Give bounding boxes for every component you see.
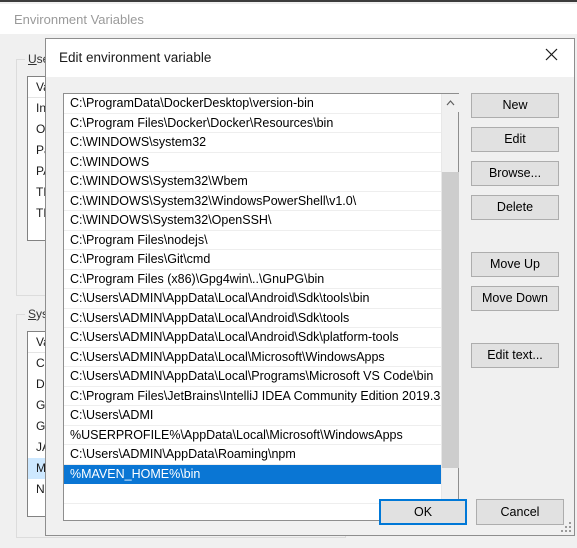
user-group-accel: U xyxy=(28,52,37,66)
browse-button[interactable]: Browse... xyxy=(471,161,559,186)
list-item[interactable]: C:\WINDOWS\System32\WindowsPowerShell\v1… xyxy=(64,192,442,211)
dialog-titlebar: Edit environment variable xyxy=(46,39,574,77)
list-item[interactable]: C:\Users\ADMIN\AppData\Roaming\npm xyxy=(64,445,442,465)
list-item[interactable]: C:\Users\ADMIN\AppData\Local\Microsoft\W… xyxy=(64,348,442,367)
move-up-button[interactable]: Move Up xyxy=(471,252,559,277)
path-entries-listbox[interactable]: C:\ProgramData\DockerDesktop\version-bin… xyxy=(63,93,460,521)
close-icon[interactable] xyxy=(528,39,574,69)
list-item[interactable]: C:\Users\ADMI xyxy=(64,406,442,426)
delete-button[interactable]: Delete xyxy=(471,195,559,220)
list-item[interactable]: C:\Users\ADMIN\AppData\Local\Android\Sdk… xyxy=(64,289,442,309)
edit-environment-variable-dialog: Edit environment variable C:\ProgramData… xyxy=(45,38,575,536)
edit-button[interactable]: Edit xyxy=(471,127,559,152)
list-item[interactable]: C:\Program Files\Docker\Docker\Resources… xyxy=(64,114,442,133)
list-item[interactable]: C:\WINDOWS\system32 xyxy=(64,133,442,153)
list-item[interactable]: C:\Program Files (x86)\Gpg4win\..\GnuPG\… xyxy=(64,270,442,289)
list-item[interactable]: C:\WINDOWS\System32\OpenSSH\ xyxy=(64,211,442,231)
chevron-up-icon[interactable] xyxy=(442,94,460,112)
list-item[interactable]: C:\Program Files\JetBrains\IntelliJ IDEA… xyxy=(64,387,442,406)
new-button[interactable]: New xyxy=(471,93,559,118)
list-item[interactable]: C:\Users\ADMIN\AppData\Local\Programs\Mi… xyxy=(64,367,442,387)
background-window-titlebar: Environment Variables xyxy=(0,4,577,34)
list-item-selected[interactable]: %MAVEN_HOME%\bin xyxy=(64,464,442,484)
list-item[interactable]: C:\Users\ADMIN\AppData\Local\Android\Sdk… xyxy=(64,309,442,328)
cancel-button[interactable]: Cancel xyxy=(476,499,564,525)
list-item[interactable]: C:\Program Files\nodejs\ xyxy=(64,231,442,250)
scrollbar-thumb[interactable] xyxy=(442,172,460,468)
list-scrollbar[interactable] xyxy=(441,94,460,520)
list-item[interactable]: C:\WINDOWS xyxy=(64,153,442,172)
background-window-title: Environment Variables xyxy=(14,12,144,27)
move-down-button[interactable]: Move Down xyxy=(471,286,559,311)
edit-text-button[interactable]: Edit text... xyxy=(471,343,559,368)
dialog-title: Edit environment variable xyxy=(59,50,212,65)
list-item[interactable]: C:\ProgramData\DockerDesktop\version-bin xyxy=(64,94,442,114)
list-item[interactable]: %USERPROFILE%\AppData\Local\Microsoft\Wi… xyxy=(64,426,442,445)
path-entries-list[interactable]: C:\ProgramData\DockerDesktop\version-bin… xyxy=(64,94,442,520)
ok-button[interactable]: OK xyxy=(379,499,467,525)
list-item[interactable]: C:\Program Files\Git\cmd xyxy=(64,250,442,270)
resize-grip[interactable] xyxy=(559,520,571,532)
list-item[interactable]: C:\WINDOWS\System32\Wbem xyxy=(64,172,442,192)
system-group-accel: S xyxy=(28,307,37,321)
list-item[interactable]: C:\Users\ADMIN\AppData\Local\Android\Sdk… xyxy=(64,328,442,348)
